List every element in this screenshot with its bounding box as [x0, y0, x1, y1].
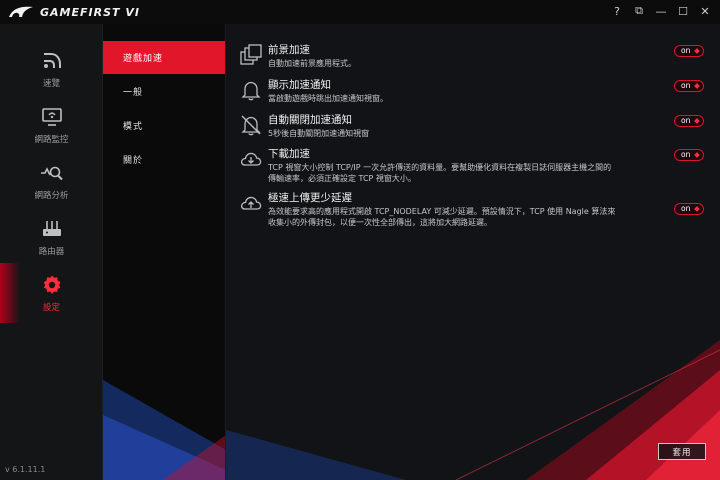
- setting-title: 前景加速: [268, 44, 310, 56]
- decorative-background: [103, 380, 225, 480]
- upload-low-latency-toggle[interactable]: on: [674, 203, 704, 215]
- bell-off-icon: [241, 115, 261, 136]
- toggle-knob-icon: [694, 83, 700, 89]
- toggle-state: on: [681, 116, 691, 125]
- toggle-state: on: [681, 46, 691, 55]
- network-monitor-icon: [41, 108, 62, 126]
- toggle-state: on: [681, 204, 691, 213]
- submenu-item-game-boost[interactable]: 遊戲加速: [103, 41, 225, 74]
- setting-description: 當啟動遊戲時跳出加速通知視窗。: [268, 94, 388, 103]
- decorative-background: [226, 340, 720, 480]
- window-controls: ? ⧉ — ☐ ✕: [608, 2, 714, 20]
- setting-title: 下載加速: [268, 148, 310, 160]
- setting-foreground-boost: 前景加速 自動加速前景應用程式。 on: [240, 44, 710, 74]
- settings-submenu: 遊戲加速 一般 模式 關於: [103, 24, 226, 480]
- dashboard-icon: [43, 53, 61, 68]
- settings-gear-icon: [43, 275, 60, 294]
- rog-logo-icon: [9, 6, 33, 17]
- setting-description: TCP 視窗大小控制 TCP/IP 一次允許傳送的資料量。要幫助優化資料在複製日…: [268, 163, 612, 183]
- cloud-download-icon: [240, 152, 262, 166]
- nav-label: 網路監控: [34, 135, 69, 145]
- submenu-item-mode[interactable]: 模式: [103, 109, 225, 142]
- setting-title: 極速上傳更少延遲: [268, 192, 352, 204]
- nav-item-settings[interactable]: 設定: [0, 263, 103, 323]
- network-analysis-icon: [40, 166, 63, 181]
- download-boost-toggle[interactable]: on: [674, 149, 704, 161]
- setting-description: 自動加速前景應用程式。: [268, 59, 356, 68]
- nav-item-router[interactable]: 路由器: [0, 210, 103, 266]
- nav-item-overview[interactable]: 速覽: [0, 42, 103, 98]
- router-icon: [42, 221, 61, 236]
- nav-label: 設定: [42, 303, 60, 313]
- help-button[interactable]: ?: [608, 2, 626, 20]
- setting-description: 5秒後自動關閉加速通知視窗: [268, 129, 370, 138]
- app-logo: GAMEFIRST VI: [8, 4, 140, 20]
- settings-panel: 前景加速 自動加速前景應用程式。 on 顯示加速通知 當啟動遊戲時跳出加速通知視…: [226, 24, 720, 480]
- toggle-knob-icon: [694, 152, 700, 158]
- cloud-upload-icon: [240, 196, 262, 210]
- nav-label: 路由器: [38, 247, 65, 257]
- submenu-item-general[interactable]: 一般: [103, 75, 225, 108]
- toggle-state: on: [681, 81, 691, 90]
- close-button[interactable]: ✕: [696, 2, 714, 20]
- app-title: GAMEFIRST VI: [40, 5, 140, 19]
- nav-label: 速覽: [42, 79, 60, 89]
- show-notification-toggle[interactable]: on: [674, 80, 704, 92]
- submenu-item-about[interactable]: 關於: [103, 143, 225, 176]
- toggle-knob-icon: [694, 118, 700, 124]
- bell-icon: [241, 81, 261, 101]
- title-bar: GAMEFIRST VI ? ⧉ — ☐ ✕: [0, 0, 720, 24]
- toggle-state: on: [681, 150, 691, 159]
- nav-item-network-analysis[interactable]: 網路分析: [0, 154, 103, 210]
- toggle-knob-icon: [694, 48, 700, 54]
- auto-close-notification-toggle[interactable]: on: [674, 115, 704, 127]
- minimize-button[interactable]: —: [652, 2, 670, 20]
- setting-download-boost: 下載加速 TCP 視窗大小控制 TCP/IP 一次允許傳送的資料量。要幫助優化資…: [240, 148, 710, 188]
- app-version: v 6.1.11.1: [5, 465, 46, 474]
- nav-item-network-monitor[interactable]: 網路監控: [0, 98, 103, 154]
- setting-description: 為效能要求高的應用程式開啟 TCP_NODELAY 可減少延遲。預設情況下，TC…: [268, 207, 616, 227]
- nav-label: 網路分析: [34, 191, 69, 201]
- setting-title: 自動關閉加速通知: [268, 114, 352, 126]
- foreground-windows-icon: [240, 44, 262, 65]
- apply-button[interactable]: 套用: [658, 443, 706, 460]
- setting-auto-close-notification: 自動關閉加速通知 5秒後自動關閉加速通知視窗 on: [240, 114, 710, 144]
- main-nav: 速覽 網路監控 網路分析 路由器 設定 v 6.1.11.1: [0, 24, 103, 480]
- foreground-boost-toggle[interactable]: on: [674, 45, 704, 57]
- setting-show-boost-notification: 顯示加速通知 當啟動遊戲時跳出加速通知視窗。 on: [240, 79, 710, 109]
- setting-title: 顯示加速通知: [268, 79, 331, 91]
- toggle-knob-icon: [694, 206, 700, 212]
- maximize-button[interactable]: ☐: [674, 2, 692, 20]
- setting-upload-low-latency: 極速上傳更少延遲 為效能要求高的應用程式開啟 TCP_NODELAY 可減少延遲…: [240, 192, 710, 232]
- restore-window-button[interactable]: ⧉: [630, 2, 648, 20]
